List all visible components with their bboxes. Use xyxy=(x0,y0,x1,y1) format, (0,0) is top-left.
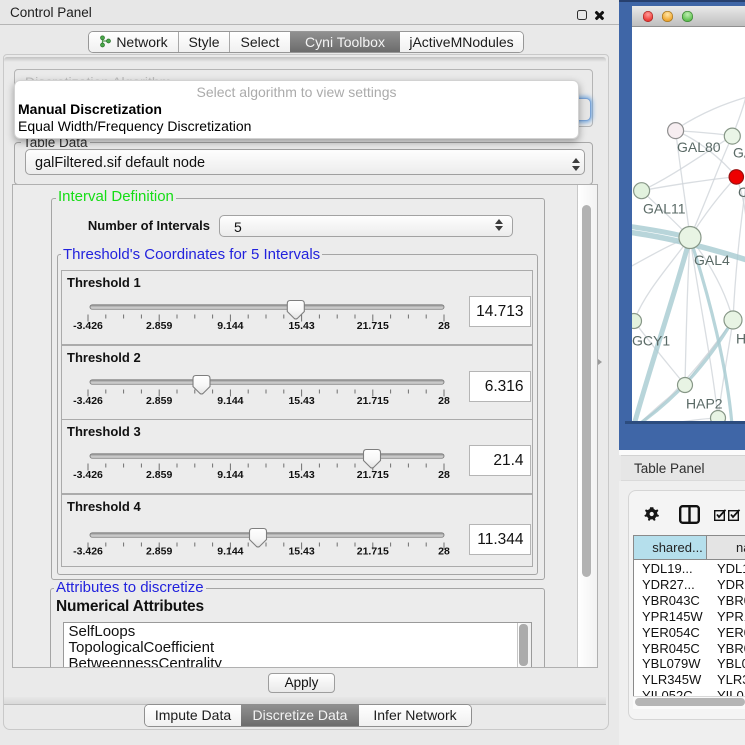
svg-text:28: 28 xyxy=(438,320,450,332)
svg-text:C: C xyxy=(738,184,745,200)
svg-text:GA: GA xyxy=(733,145,745,161)
svg-text:GCY1: GCY1 xyxy=(632,333,670,349)
svg-text:28: 28 xyxy=(438,545,450,557)
svg-text:15.43: 15.43 xyxy=(288,320,314,332)
svg-text:15.43: 15.43 xyxy=(288,469,314,481)
svg-text:2.859: 2.859 xyxy=(146,320,172,332)
svg-text:9.144: 9.144 xyxy=(217,395,243,407)
svg-text:9.144: 9.144 xyxy=(217,545,243,557)
svg-text:2.859: 2.859 xyxy=(146,469,172,481)
svg-text:28: 28 xyxy=(438,395,450,407)
svg-text:9.144: 9.144 xyxy=(217,320,243,332)
svg-text:H: H xyxy=(736,331,745,347)
svg-text:HAP2: HAP2 xyxy=(686,396,723,412)
svg-text:21.715: 21.715 xyxy=(357,395,389,407)
svg-text:15.43: 15.43 xyxy=(288,395,314,407)
svg-text:2.859: 2.859 xyxy=(146,395,172,407)
svg-text:GAL11: GAL11 xyxy=(643,201,686,217)
svg-text:28: 28 xyxy=(438,469,450,481)
svg-text:9.144: 9.144 xyxy=(217,469,243,481)
svg-text:GAL80: GAL80 xyxy=(677,139,721,155)
svg-text:-3.426: -3.426 xyxy=(73,320,103,332)
svg-text:21.715: 21.715 xyxy=(357,545,389,557)
svg-text:-3.426: -3.426 xyxy=(73,395,103,407)
svg-text:2.859: 2.859 xyxy=(146,545,172,557)
svg-text:-3.426: -3.426 xyxy=(73,545,103,557)
svg-text:21.715: 21.715 xyxy=(357,320,389,332)
svg-text:-3.426: -3.426 xyxy=(73,469,103,481)
svg-text:GAL4: GAL4 xyxy=(694,252,730,268)
svg-text:15.43: 15.43 xyxy=(288,545,314,557)
svg-text:21.715: 21.715 xyxy=(357,469,389,481)
